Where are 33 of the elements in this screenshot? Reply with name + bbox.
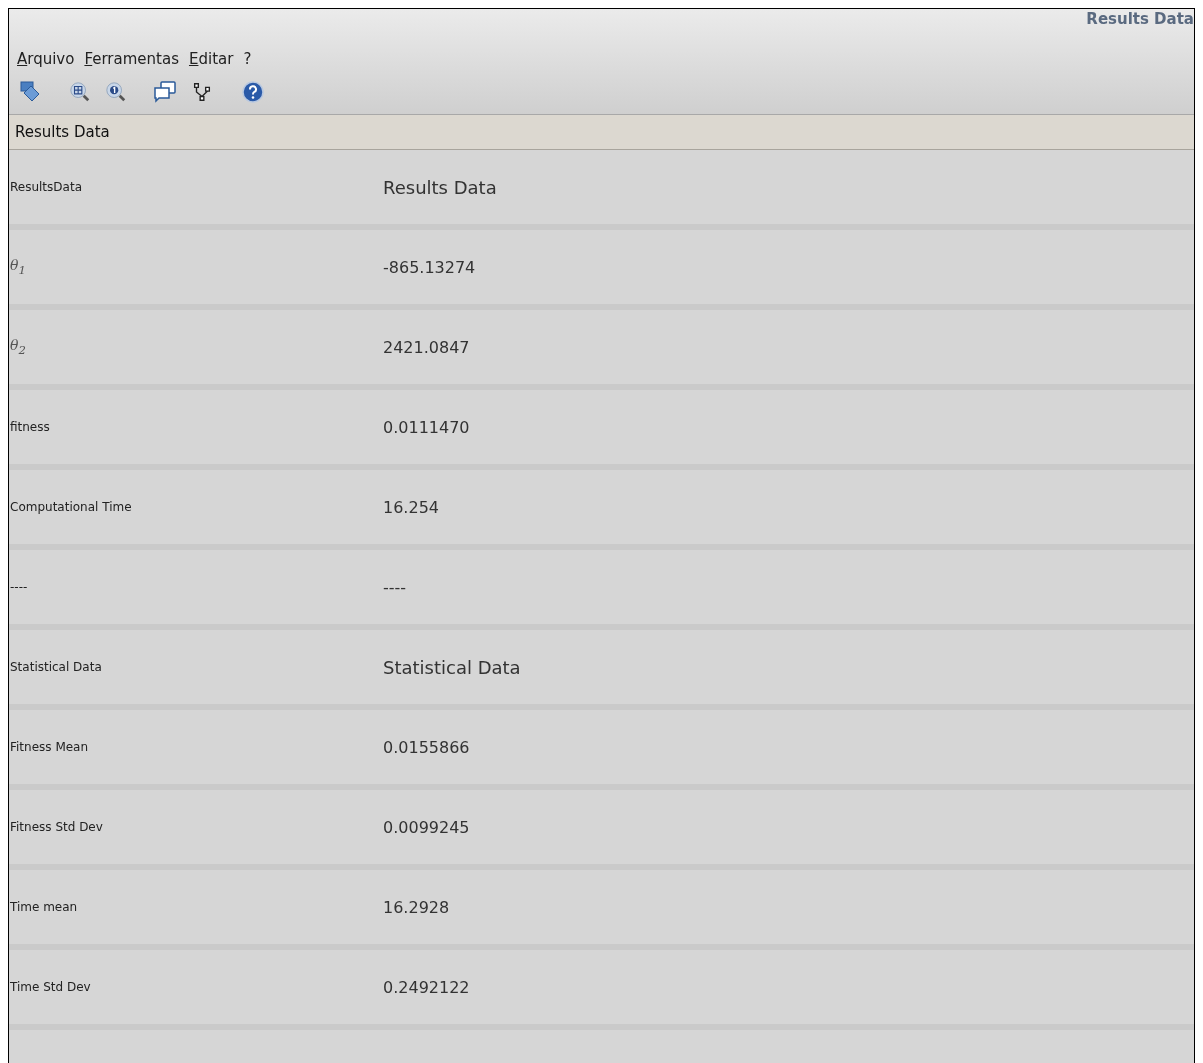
field-label: fitness [9, 420, 51, 434]
nodes-icon[interactable] [191, 81, 213, 103]
field-value: 0.0111470 [383, 417, 470, 437]
number-zoom-icon[interactable] [105, 81, 127, 103]
panel-title: Results Data [15, 123, 110, 141]
field-label: Fitness Mean [9, 740, 90, 754]
field-label: Computational Time [9, 500, 133, 514]
windows-icon[interactable] [153, 80, 177, 104]
field-label: Time Std Dev [9, 980, 92, 994]
field-label: θ$_{1}$ [9, 257, 27, 277]
field-value: ---- [383, 577, 407, 597]
field-value: Results Data [383, 176, 497, 198]
window-title: Results Data [1086, 10, 1194, 28]
field-label: ---- [9, 580, 29, 594]
field-value: -865.13274 [383, 257, 476, 277]
grid-zoom-icon[interactable] [69, 81, 91, 103]
menu-item[interactable]: Editar [184, 48, 238, 70]
field-label: θ$_{2}$ [9, 337, 27, 357]
field-label: ResultsData [9, 180, 83, 194]
field-value: Statistical Data [383, 656, 521, 678]
field-value: 0.0099245 [383, 817, 470, 837]
menu-item[interactable]: ? [239, 48, 256, 70]
menu-item[interactable]: Ferramentas [80, 48, 183, 70]
field-label: Time mean [9, 900, 79, 914]
field-value: 0.2492122 [383, 977, 470, 997]
field-label: Fitness Std Dev [9, 820, 104, 834]
field-label: Statistical Data [9, 660, 103, 674]
field-value: 2421.0847 [383, 337, 470, 357]
help-icon[interactable] [241, 80, 265, 104]
field-value: 16.254 [383, 497, 439, 517]
menu-item[interactable]: Arquivo [13, 48, 79, 70]
field-value: 0.0155866 [383, 737, 470, 757]
field-value: 16.2928 [383, 897, 450, 917]
